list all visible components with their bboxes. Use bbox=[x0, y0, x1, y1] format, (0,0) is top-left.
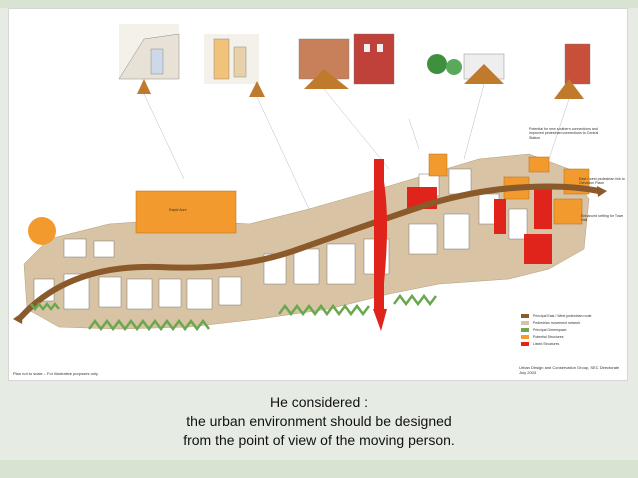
plan-credit: Urban Design and Conservation Group, SEC… bbox=[519, 365, 620, 375]
slide-caption: He considered : the urban environment sh… bbox=[0, 393, 638, 457]
legend-item: Principal East / West pedestrian route bbox=[521, 312, 621, 319]
east-west-label: East / west pedestrian link to Clevedon … bbox=[579, 177, 625, 186]
town-hall-label: Enhanced setting for Town Hall bbox=[581, 214, 624, 223]
orange-roundabout bbox=[28, 217, 56, 245]
route-arrow-west bbox=[13, 312, 23, 324]
sketch-4 bbox=[353, 33, 395, 85]
legend-item: Pedestrian movement network bbox=[521, 319, 621, 326]
sketch-2 bbox=[204, 34, 265, 97]
caption-line-2: the urban environment should be designed bbox=[186, 413, 452, 429]
plan-footer-note: Plan not to scale – For illustrative pur… bbox=[13, 371, 98, 376]
caption-line-3: from the point of view of the moving per… bbox=[183, 432, 455, 448]
red-arrow-shaft bbox=[374, 159, 384, 309]
legend-item: Principal Greenspace bbox=[521, 326, 621, 333]
sketch-3 bbox=[298, 38, 350, 89]
legend-item: Potential Structures bbox=[521, 333, 621, 340]
sketch-5 bbox=[427, 53, 505, 84]
plan-legend: Principal East / West pedestrian route P… bbox=[521, 312, 621, 347]
caption-line-1: He considered : bbox=[269, 394, 369, 410]
perspective-sketches bbox=[118, 24, 591, 99]
sketch-6 bbox=[554, 43, 591, 99]
library-label: Rapid Acre bbox=[169, 208, 187, 212]
background-bottom bbox=[0, 460, 638, 478]
sketch-1 bbox=[118, 24, 180, 94]
legend-item: Listed Structures bbox=[521, 340, 621, 347]
urban-plan-sheet: Rapid Acre East / west pedestrian link t… bbox=[8, 8, 628, 381]
route-arrow-east bbox=[597, 186, 607, 197]
potential-links-label: Potential for new southern connections a… bbox=[529, 127, 599, 140]
background-top bbox=[0, 0, 638, 8]
